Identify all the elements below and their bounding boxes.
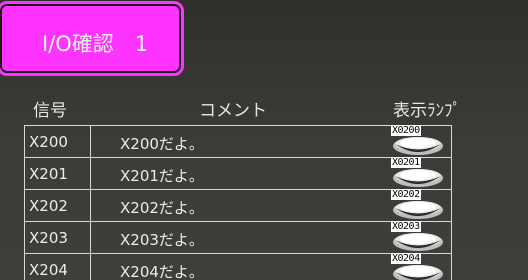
comment-cell: X204だよ。: [120, 263, 204, 280]
lamp-label: X0200: [391, 125, 421, 136]
table-row: X200 X200だよ。 X0200: [25, 125, 451, 158]
lamp-button[interactable]: X0203: [385, 221, 445, 252]
table-row: X204 X204だよ。 X0204: [25, 253, 451, 280]
signal-cell: X204: [29, 261, 68, 279]
header-signal: 信号: [33, 101, 67, 121]
lamp-button[interactable]: X0200: [385, 125, 445, 156]
comment-cell: X201だよ。: [120, 167, 204, 185]
signal-cell: X201: [29, 165, 68, 183]
column-divider: [90, 158, 91, 189]
header-lamp: 表示ﾗﾝﾌﾟ: [393, 101, 461, 121]
lamp-label: X0202: [391, 189, 421, 200]
comment-cell: X203だよ。: [120, 231, 204, 249]
lamp-label: X0201: [391, 157, 421, 168]
table-row: X203 X203だよ。 X0203: [25, 221, 451, 254]
comment-cell: X202だよ。: [120, 199, 204, 217]
signal-cell: X203: [29, 229, 68, 247]
signal-cell: X202: [29, 197, 68, 215]
column-divider: [90, 126, 91, 157]
column-divider: [90, 222, 91, 253]
lamp-button[interactable]: X0201: [385, 157, 445, 188]
table-row: X202 X202だよ。 X0202: [25, 189, 451, 222]
comment-cell: X200だよ。: [120, 135, 204, 153]
lamp-label: X0203: [391, 221, 421, 232]
lamp-button[interactable]: X0204: [385, 253, 445, 280]
screen-title-panel: I/O確認 1: [0, 1, 184, 76]
header-comment: コメント: [199, 101, 267, 121]
column-divider: [90, 254, 91, 280]
lamp-label: X0204: [391, 253, 421, 264]
io-table: X200 X200だよ。 X0200 X201 X201だよ。 X0201 X2…: [24, 125, 452, 280]
signal-cell: X200: [29, 133, 68, 151]
column-divider: [90, 190, 91, 221]
lamp-button[interactable]: X0202: [385, 189, 445, 220]
table-row: X201 X201だよ。 X0201: [25, 157, 451, 190]
screen-title: I/O確認 1: [42, 32, 149, 56]
